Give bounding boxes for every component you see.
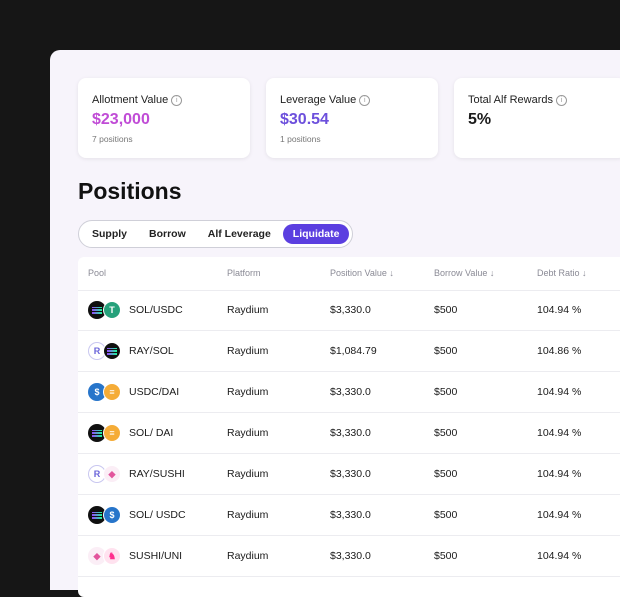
debt-ratio: 104.94 %: [537, 427, 582, 439]
debt-ratio: 104.94 %: [537, 550, 582, 562]
debt-ratio: 104.94 %: [537, 386, 582, 398]
column-header-platform: Platform: [227, 268, 261, 278]
platform: Raydium: [227, 550, 269, 562]
pool-name: USDC/DAI: [129, 386, 180, 398]
pool-name: RAY/SOL: [129, 345, 174, 357]
table-row[interactable]: T SOL/USDC Raydium $3,330.0 $500 104.94 …: [78, 290, 620, 331]
usdt-icon: T: [103, 301, 121, 319]
pool-icons: $ ≡: [88, 383, 124, 402]
positions-panel: Allotment Value i $23,000 7 positions Lev…: [50, 50, 620, 597]
info-icon[interactable]: i: [555, 95, 567, 106]
position-value: $3,330.0: [330, 386, 371, 398]
table-row[interactable]: ≡ SOL/ DAI Raydium $3,330.0 $500 104.94 …: [78, 413, 620, 454]
card-label: Total Alf Rewards: [468, 94, 553, 106]
table-header: Pool Platform Position Value ↓ Borrow Va…: [78, 257, 620, 291]
platform: Raydium: [227, 509, 269, 521]
tab-alf-leverage[interactable]: Alf Leverage: [198, 224, 281, 244]
debt-ratio: 104.94 %: [537, 304, 582, 316]
card-label: Allotment Value: [92, 94, 169, 106]
sushi-icon: ◆: [103, 465, 121, 483]
borrow-value: $500: [434, 427, 458, 439]
column-header-position-value[interactable]: Position Value ↓: [330, 268, 394, 278]
debt-ratio: 104.86 %: [537, 345, 582, 357]
pool-icons: ≡: [88, 424, 124, 443]
table-row[interactable]: ◆ ♞ SUSHI/UNI Raydium $3,330.0 $500 104.…: [78, 536, 620, 577]
table-row[interactable]: $ SOL/ USDC Raydium $3,330.0 $500 104.94…: [78, 495, 620, 536]
platform: Raydium: [227, 345, 269, 357]
uni-icon: ♞: [103, 547, 121, 565]
tab-supply[interactable]: Supply: [82, 224, 137, 244]
positions-table: Pool Platform Position Value ↓ Borrow Va…: [78, 257, 620, 597]
pool-name: SOL/ USDC: [129, 509, 186, 521]
platform: Raydium: [227, 427, 269, 439]
pool-icons: R ◆: [88, 465, 124, 484]
tab-borrow[interactable]: Borrow: [139, 224, 196, 244]
tab-liquidate[interactable]: Liquidate: [282, 224, 350, 244]
pool-icons: R: [88, 342, 124, 361]
dai-icon: ≡: [103, 383, 121, 401]
position-value: $3,330.0: [330, 427, 371, 439]
borrow-value: $500: [434, 468, 458, 480]
position-value: $1,084.79: [330, 345, 377, 357]
info-icon[interactable]: i: [171, 95, 183, 106]
dai-icon: ≡: [103, 424, 121, 442]
borrow-value: $500: [434, 550, 458, 562]
page-title: Positions: [78, 178, 182, 204]
position-tabs: Supply Borrow Alf Leverage Liquidate: [78, 220, 354, 248]
debt-ratio: 104.94 %: [537, 509, 582, 521]
platform: Raydium: [227, 304, 269, 316]
total-alf-rewards-card: Total Alf Rewards i 5%: [454, 78, 620, 158]
table-row[interactable]: $ ≡ USDC/DAI Raydium $3,330.0 $500 104.9…: [78, 372, 620, 413]
position-value: $3,330.0: [330, 304, 371, 316]
pool-icons: T: [88, 301, 124, 320]
borrow-value: $500: [434, 345, 458, 357]
pool-name: RAY/SUSHI: [129, 468, 185, 480]
borrow-value: $500: [434, 509, 458, 521]
column-header-borrow-value[interactable]: Borrow Value ↓: [434, 268, 494, 278]
table-row[interactable]: R RAY/SOL Raydium $1,084.79 $500 104.86 …: [78, 331, 620, 372]
column-header-pool: Pool: [88, 268, 107, 278]
allotment-value-card: Allotment Value i $23,000 7 positions: [78, 78, 250, 158]
debt-ratio: 104.94 %: [537, 468, 582, 480]
column-header-debt-ratio[interactable]: Debt Ratio ↓: [537, 268, 587, 278]
info-icon[interactable]: i: [359, 95, 371, 106]
position-value: $3,330.0: [330, 550, 371, 562]
card-label: Leverage Value: [280, 94, 357, 106]
borrow-value: $500: [434, 386, 458, 398]
pool-name: SUSHI/UNI: [129, 550, 183, 562]
card-value: $30.54: [280, 111, 329, 128]
platform: Raydium: [227, 468, 269, 480]
pool-icons: $: [88, 506, 124, 525]
pool-name: SOL/ DAI: [129, 427, 174, 439]
sol-icon: [103, 342, 121, 360]
usdc-icon: $: [103, 506, 121, 524]
position-value: $3,330.0: [330, 468, 371, 480]
leverage-value-card: Leverage Value i $30.54 1 positions: [266, 78, 438, 158]
card-subtext: 7 positions: [92, 134, 133, 144]
platform: Raydium: [227, 386, 269, 398]
borrow-value: $500: [434, 304, 458, 316]
pool-name: SOL/USDC: [129, 304, 183, 316]
card-value: $23,000: [92, 111, 150, 128]
position-value: $3,330.0: [330, 509, 371, 521]
card-subtext: 1 positions: [280, 134, 321, 144]
card-value: 5%: [468, 111, 492, 128]
table-row[interactable]: R ◆ RAY/SUSHI Raydium $3,330.0 $500 104.…: [78, 454, 620, 495]
pool-icons: ◆ ♞: [88, 547, 124, 566]
